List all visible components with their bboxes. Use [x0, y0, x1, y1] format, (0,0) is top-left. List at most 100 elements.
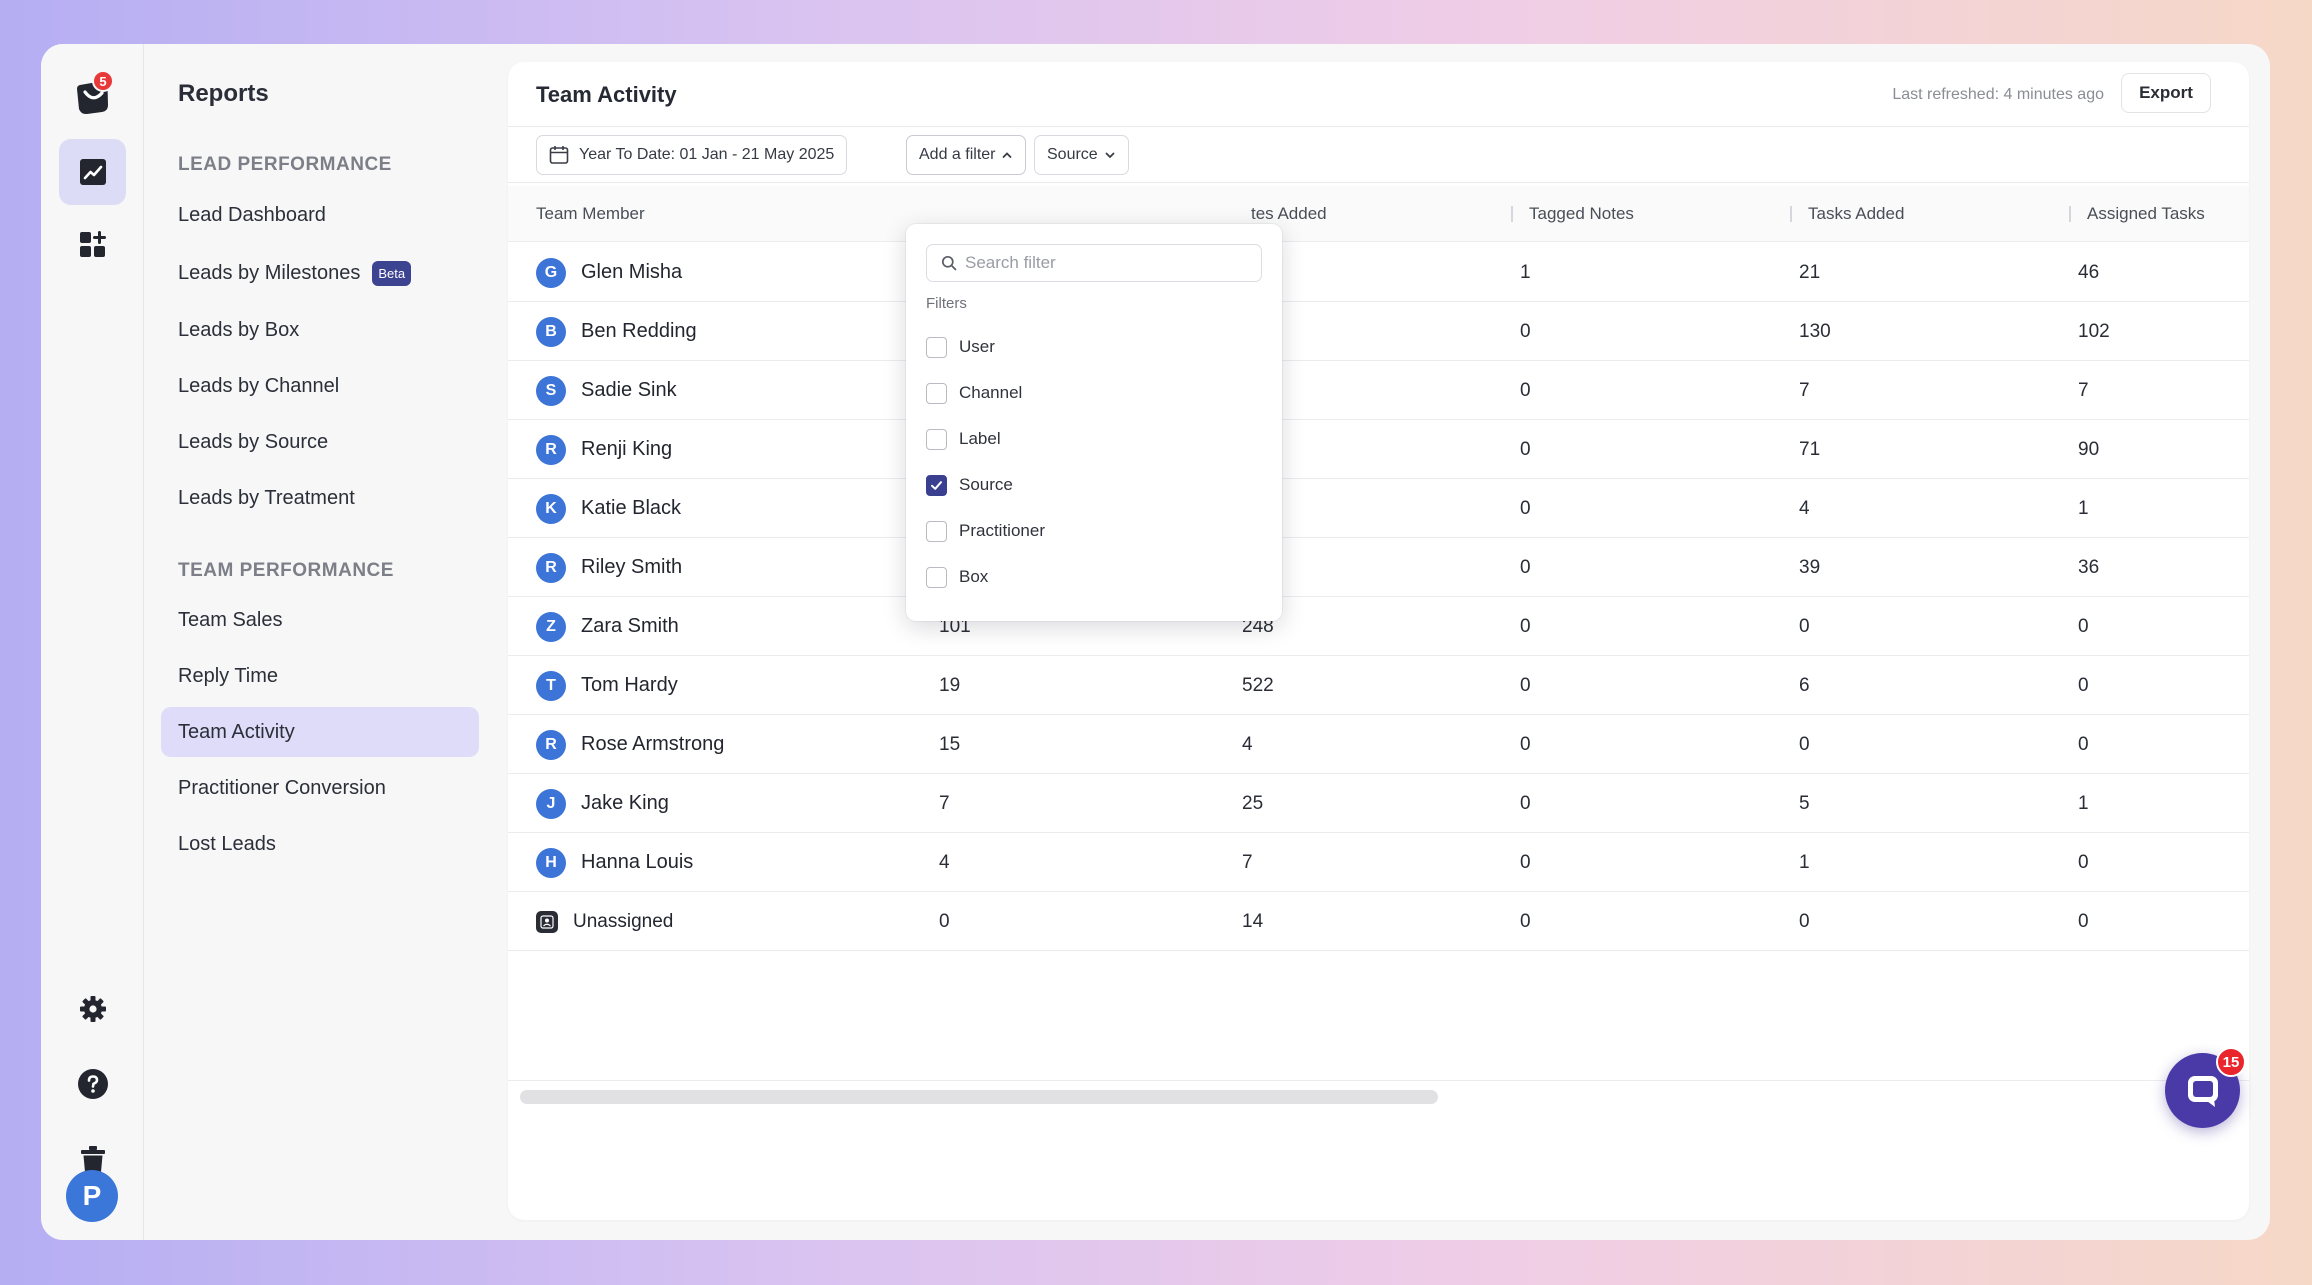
filter-option-user[interactable]: User: [926, 332, 995, 362]
cell-col1: 7: [939, 792, 950, 814]
member-cell: Unassigned: [536, 892, 673, 951]
column-tasks-added[interactable]: Tasks Added: [1790, 186, 1904, 242]
cell-tagged-notes: 0: [1520, 556, 1531, 578]
table-row[interactable]: J Jake King 7 25 0 5 1: [508, 774, 2249, 833]
filter-option-channel[interactable]: Channel: [926, 378, 1022, 408]
cell-assigned-tasks: 0: [2078, 674, 2089, 696]
add-widget-icon: [79, 231, 106, 257]
table-row[interactable]: Unassigned 0 14 0 0 0: [508, 892, 2249, 951]
member-avatar: H: [536, 847, 566, 878]
source-filter-chip[interactable]: Source: [1034, 135, 1129, 175]
date-range-filter[interactable]: Year To Date: 01 Jan - 21 May 2025: [536, 135, 848, 175]
filter-option-label: Label: [959, 429, 1001, 448]
cell-tagged-notes: 0: [1520, 910, 1531, 932]
member-name: Unassigned: [573, 910, 674, 932]
member-name: Riley Smith: [581, 556, 683, 578]
horizontal-scrollbar-track: [508, 1080, 2249, 1081]
table-row[interactable]: SSadie Sink 3 0 7 7: [508, 361, 2249, 420]
filter-option-label: Practitioner: [959, 521, 1045, 540]
cell-col1: 0: [939, 910, 950, 932]
sidebar-item-label: Lost Leads: [178, 832, 276, 855]
table-row[interactable]: RRenji King 9 0 71 90: [508, 420, 2249, 479]
column-tagged-notes[interactable]: Tagged Notes: [1511, 186, 1634, 242]
sidebar-item-leads-by-source[interactable]: Leads by Source: [161, 417, 479, 467]
cell-assigned-tasks: 0: [2078, 910, 2089, 932]
table-row[interactable]: H Hanna Louis 4 7 0 1 0: [508, 833, 2249, 892]
sidebar-item-leads-by-treatment[interactable]: Leads by Treatment: [161, 473, 479, 523]
user-avatar[interactable]: P: [66, 1170, 118, 1222]
calendar-icon: [549, 145, 569, 165]
cell-tagged-notes: 0: [1520, 851, 1531, 873]
member-cell: S Sadie Sink: [536, 361, 677, 420]
table-row[interactable]: T Tom Hardy 19 522 0 6 0: [508, 656, 2249, 715]
checkbox[interactable]: [926, 428, 947, 450]
column-team-member[interactable]: Team Member: [536, 186, 645, 242]
member-name: Renji King: [581, 438, 673, 460]
sidebar-item-reply-time[interactable]: Reply Time: [161, 651, 479, 701]
filter-option-box[interactable]: Box: [926, 562, 988, 592]
sidebar-item-team-sales[interactable]: Team Sales: [161, 595, 479, 645]
app-window: 5 P Reports LEAD PERFORMANCE Lead Dashbo…: [41, 44, 2270, 1240]
search-icon: [941, 255, 957, 271]
column-assigned-tasks[interactable]: Assigned Tasks: [2069, 186, 2205, 242]
reports-nav-button[interactable]: [59, 139, 126, 205]
member-avatar: G: [536, 257, 566, 288]
filters-section-label: Filters: [926, 295, 967, 312]
sidebar-item-lost-leads[interactable]: Lost Leads: [161, 819, 479, 869]
filter-option-practitioner[interactable]: Practitioner: [926, 516, 1045, 546]
sidebar-item-label: Lead Dashboard: [178, 203, 326, 226]
member-avatar: T: [536, 670, 566, 701]
cell-assigned-tasks: 90: [2078, 438, 2100, 460]
checkbox[interactable]: [926, 520, 947, 542]
help-nav-button[interactable]: [59, 1051, 126, 1117]
table-row[interactable]: GGlen Misha 5 1 21 46: [508, 243, 2249, 302]
cell-tagged-notes: 0: [1520, 438, 1531, 460]
column-separator: [2069, 206, 2071, 222]
table-row[interactable]: KKatie Black 4 0 4 1: [508, 479, 2249, 538]
table-row[interactable]: R Rose Armstrong 15 4 0 0 0: [508, 715, 2249, 774]
sidebar-item-label: Leads by Box: [178, 318, 300, 341]
check-icon: [931, 480, 942, 490]
member-name: Hanna Louis: [581, 851, 694, 873]
sidebar-item-lead-dashboard[interactable]: Lead Dashboard: [161, 190, 479, 240]
source-filter-label: Source: [1047, 146, 1098, 163]
filter-option-label: Box: [959, 567, 989, 586]
cell-tagged-notes: 0: [1520, 497, 1531, 519]
cell-tagged-notes: 0: [1520, 674, 1531, 696]
sidebar-item-leads-by-box[interactable]: Leads by Box: [161, 305, 479, 355]
app-logo[interactable]: [59, 64, 126, 130]
settings-nav-button[interactable]: [59, 976, 126, 1042]
checkbox[interactable]: [926, 336, 947, 358]
member-avatar: S: [536, 375, 566, 406]
member-avatar: K: [536, 493, 566, 524]
horizontal-scrollbar-thumb[interactable]: [520, 1090, 1438, 1104]
sidebar-item-leads-by-channel[interactable]: Leads by Channel: [161, 361, 479, 411]
cell-tasks-added: 5: [1799, 792, 1810, 814]
table-row[interactable]: BBen Redding 61 0 130 102: [508, 302, 2249, 361]
add-filter-button[interactable]: Add a filter: [906, 135, 1027, 175]
export-button[interactable]: Export: [2121, 73, 2211, 113]
filter-option-source[interactable]: Source: [926, 470, 1013, 500]
table-row[interactable]: RRiley Smith 2 0 39 36: [508, 538, 2249, 597]
cell-tagged-notes: 0: [1520, 320, 1531, 342]
filter-option-label[interactable]: Label: [926, 424, 1001, 454]
widgets-nav-button[interactable]: [59, 212, 126, 278]
cell-assigned-tasks: 1: [2078, 497, 2089, 519]
cell-tasks-added: 4: [1799, 497, 1810, 519]
filter-search-input[interactable]: Search filter: [926, 244, 1262, 282]
last-refreshed-text: Last refreshed: 4 minutes ago: [1892, 86, 2104, 103]
add-filter-dropdown: Search filter Filters User Channel Label…: [906, 224, 1282, 621]
sidebar-item-label: Leads by Source: [178, 430, 329, 453]
cell-assigned-tasks: 46: [2078, 261, 2100, 283]
cell-notes-added: 14: [1242, 910, 1264, 932]
sidebar-title: Reports: [178, 80, 269, 107]
sidebar-item-leads-by-milestones[interactable]: Leads by Milestones Beta: [161, 248, 479, 298]
sidebar-item-practitioner-conversion[interactable]: Practitioner Conversion: [161, 763, 479, 813]
checkbox[interactable]: [926, 566, 947, 588]
sidebar-item-team-activity[interactable]: Team Activity: [161, 707, 479, 757]
checkbox[interactable]: [926, 382, 947, 404]
cell-assigned-tasks: 0: [2078, 615, 2089, 637]
cell-assigned-tasks: 7: [2078, 379, 2089, 401]
checkbox-checked[interactable]: [926, 474, 947, 496]
table-row[interactable]: Z Zara Smith 101 248 0 0 0: [508, 597, 2249, 656]
